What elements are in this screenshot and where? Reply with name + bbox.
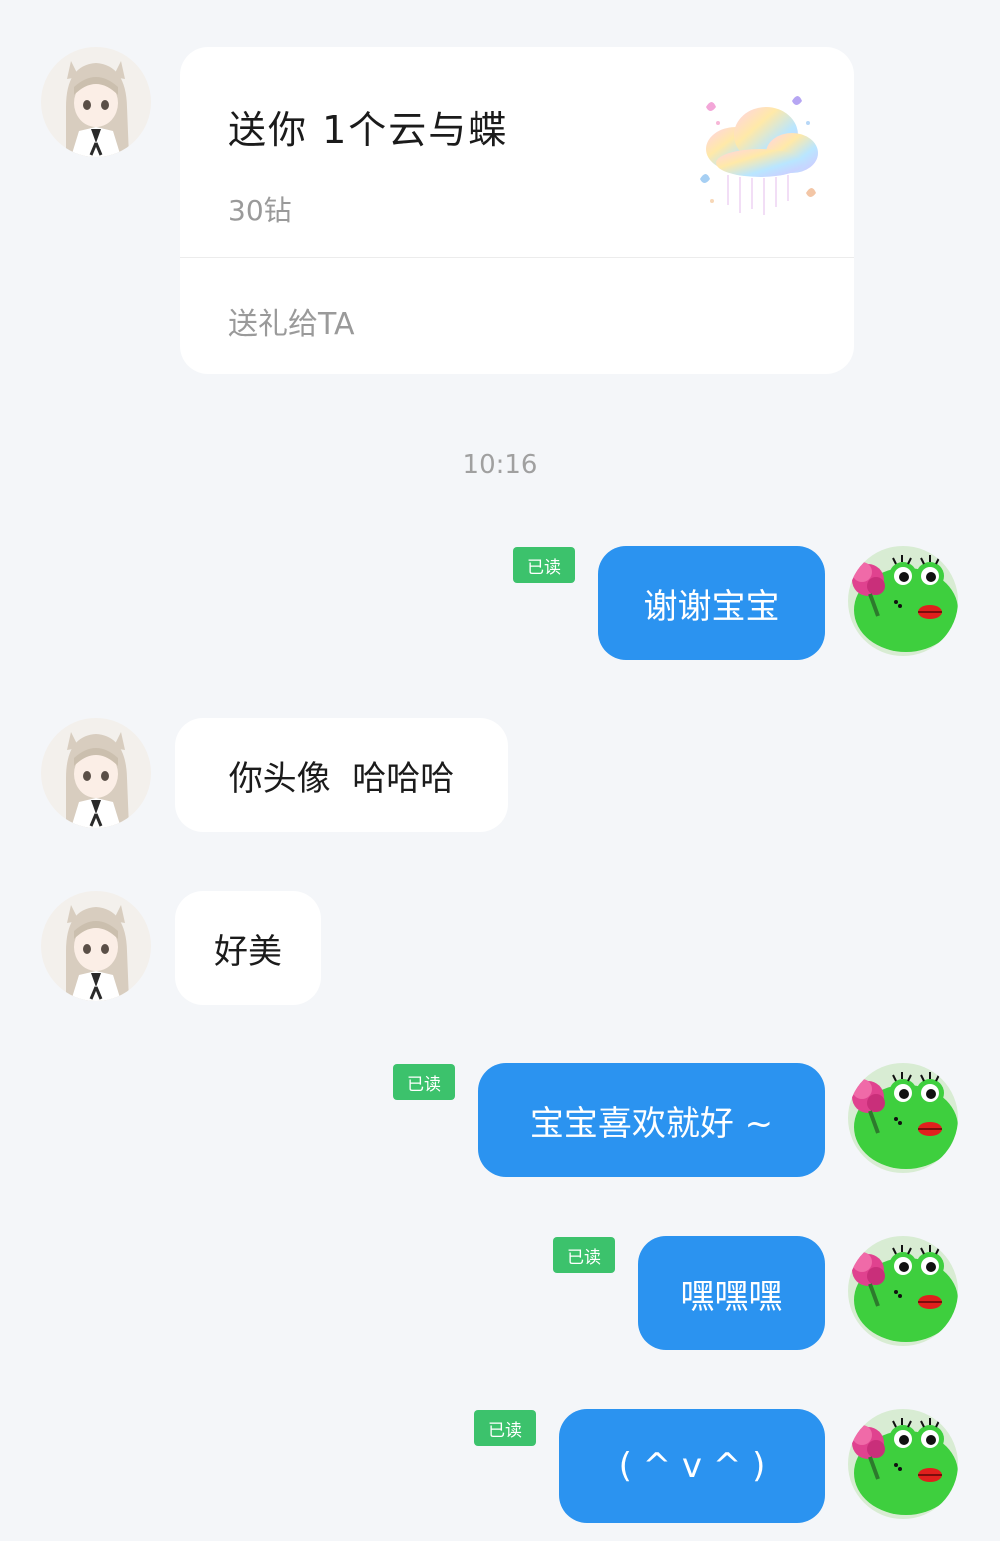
send-gift-button[interactable]: 送礼给TA: [228, 299, 355, 343]
gift-divider: [180, 257, 854, 258]
contact-avatar[interactable]: [41, 47, 151, 157]
gift-card[interactable]: 送你 1个云与蝶 30钻 送礼给TA: [180, 47, 854, 374]
my-avatar[interactable]: [848, 1236, 958, 1346]
incoming-message-bubble[interactable]: 好美: [175, 891, 321, 1005]
my-avatar[interactable]: [848, 546, 958, 656]
outgoing-message-bubble[interactable]: ( ^ v ^ ): [559, 1409, 825, 1523]
cloud-butterfly-gift-icon: [688, 83, 828, 223]
message-timestamp: 10:16: [462, 450, 538, 480]
my-avatar[interactable]: [848, 1409, 958, 1519]
outgoing-message-bubble[interactable]: 谢谢宝宝: [598, 546, 825, 660]
contact-avatar[interactable]: [41, 718, 151, 828]
read-receipt-badge: 已读: [553, 1237, 615, 1273]
read-receipt-badge: 已读: [513, 547, 575, 583]
read-receipt-badge: 已读: [393, 1064, 455, 1100]
my-avatar[interactable]: [848, 1063, 958, 1173]
read-receipt-badge: 已读: [474, 1410, 536, 1446]
gift-title: 送你 1个云与蝶: [228, 108, 509, 152]
contact-avatar[interactable]: [41, 891, 151, 1001]
incoming-message-bubble[interactable]: 你头像 哈哈哈: [175, 718, 508, 832]
outgoing-message-bubble[interactable]: 嘿嘿嘿: [638, 1236, 825, 1350]
gift-price: 30钻: [228, 194, 292, 227]
outgoing-message-bubble[interactable]: 宝宝喜欢就好 ~: [478, 1063, 825, 1177]
